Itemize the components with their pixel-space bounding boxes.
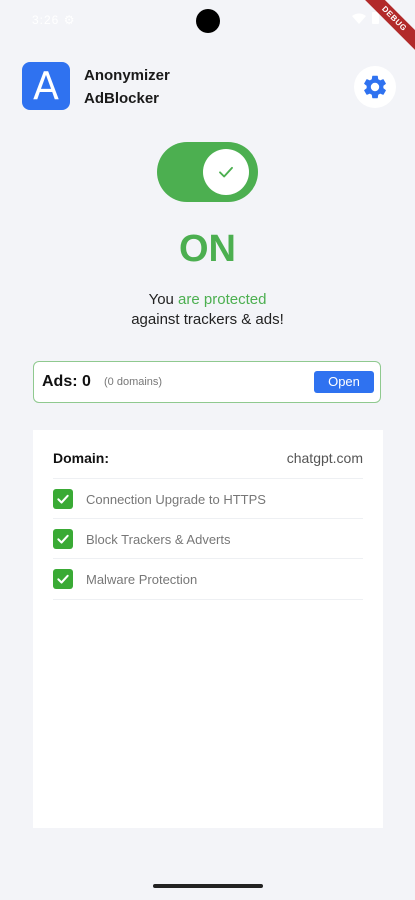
debug-ribbon: DEBUG [357, 0, 415, 56]
app-title-line1: Anonymizer [84, 67, 170, 84]
check-icon [219, 166, 233, 178]
feature-label: Malware Protection [86, 571, 198, 587]
protection-state-label: ON [179, 228, 236, 270]
ads-count: 0 [82, 373, 91, 390]
protection-message: You are protected against trackers & ads… [0, 290, 415, 330]
domain-panel: Domain: chatgpt.com Connection Upgrade t… [33, 430, 383, 828]
ads-label-text: Ads: [42, 373, 82, 390]
ads-label: Ads: 0 [42, 373, 91, 391]
app-title-line2: AdBlocker [84, 90, 160, 107]
home-indicator[interactable] [153, 884, 263, 888]
protection-message-line1: You are protected [0, 290, 415, 310]
camera-cutout [196, 9, 220, 33]
app-logo: A [22, 62, 70, 110]
open-button[interactable]: Open [314, 371, 374, 393]
ads-domain-count: (0 domains) [104, 376, 163, 388]
protection-toggle[interactable] [157, 142, 258, 202]
domain-row: Domain: chatgpt.com [53, 450, 363, 470]
domain-value: chatgpt.com [286, 450, 363, 466]
protection-message-prefix: You [148, 291, 179, 308]
status-icons [352, 12, 379, 24]
settings-button[interactable] [354, 66, 396, 108]
status-time: 3:26 ⚙ [32, 13, 76, 27]
domain-label: Domain: [53, 450, 109, 466]
ads-card: Ads: 0 (0 domains) Open [33, 361, 381, 403]
feature-label: Block Trackers & Adverts [86, 531, 231, 547]
check-icon [53, 489, 73, 509]
app-screen: 3:26 ⚙ DEBUG A Anonymizer AdBlocker ON Y… [0, 0, 415, 900]
check-mark-icon [57, 534, 69, 544]
feature-label: Connection Upgrade to HTTPS [86, 491, 266, 507]
toggle-knob [203, 149, 249, 195]
feature-row-malware: Malware Protection [53, 558, 363, 600]
protection-message-highlight: are protected [178, 291, 267, 308]
check-mark-icon [57, 574, 69, 584]
check-icon [53, 529, 73, 549]
check-icon [53, 569, 73, 589]
protection-message-line2: against trackers & ads! [131, 311, 284, 328]
check-mark-icon [57, 494, 69, 504]
feature-row-https: Connection Upgrade to HTTPS [53, 478, 363, 519]
app-title: Anonymizer AdBlocker [84, 64, 170, 110]
wifi-icon [352, 13, 366, 24]
gear-icon [364, 75, 386, 99]
feature-row-trackers: Block Trackers & Adverts [53, 518, 363, 559]
